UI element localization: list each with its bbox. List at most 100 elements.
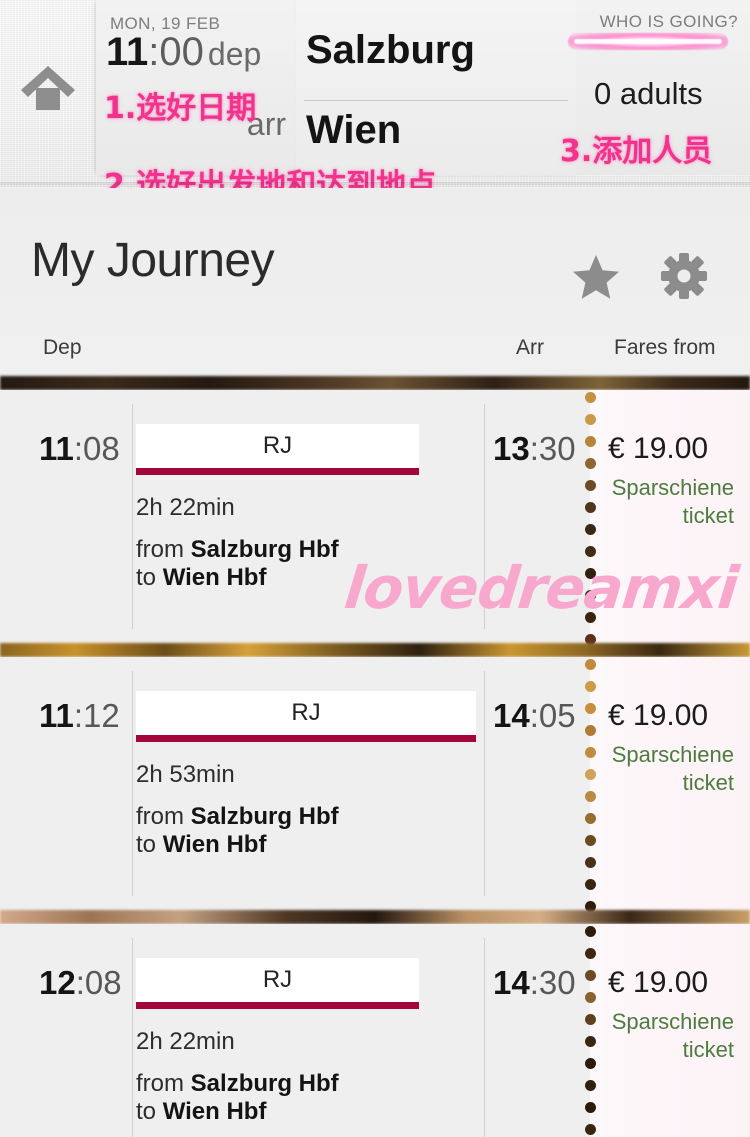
star-icon (573, 255, 619, 299)
row-dep-time: 11:08 (39, 430, 120, 468)
train-type-badge: RJ (136, 691, 476, 735)
row-from-station: Salzburg Hbf (190, 536, 339, 563)
row-divider-left (132, 938, 133, 1137)
row-from-station: Salzburg Hbf (190, 1070, 339, 1097)
row-arr-min: :30 (529, 430, 576, 467)
row-arr-hour: 14 (493, 964, 530, 1001)
journey-row[interactable]: 12:08 RJ 2h 22min from Salzburg Hbf to W… (0, 924, 750, 1137)
column-header-arr: Arr (516, 336, 544, 359)
row-arr-min: :30 (529, 964, 576, 1001)
row-duration: 2h 22min (136, 1028, 235, 1055)
train-type-badge: RJ (136, 958, 419, 1002)
train-type-label: RJ (262, 966, 293, 993)
dep-minute: :00 (148, 30, 204, 74)
train-type-underline (136, 468, 419, 475)
row-dep-min: :08 (75, 964, 122, 1001)
row-to-line: to Wien Hbf (136, 564, 339, 592)
row-dep-time: 12:08 (39, 964, 122, 1002)
train-type-label: RJ (291, 699, 321, 726)
row-arr-time: 13:30 (493, 430, 576, 468)
row-dep-min: :12 (73, 697, 120, 734)
row-fare-name: Sparschiene ticket (611, 1009, 734, 1062)
row-divider-strip (0, 910, 750, 924)
row-stations: from Salzburg Hbf to Wien Hbf (136, 536, 339, 591)
column-header-dep: Dep (43, 336, 82, 359)
destination-station[interactable]: Wien (306, 108, 401, 153)
favorite-button[interactable] (572, 254, 620, 305)
row-divider-right (484, 671, 485, 896)
row-divider-strip (0, 376, 750, 390)
origin-station[interactable]: Salzburg (306, 28, 475, 73)
journey-row[interactable]: 11:12 RJ 2h 53min from Salzburg Hbf to W… (0, 657, 750, 912)
row-duration: 2h 22min (136, 494, 235, 521)
home-icon (18, 62, 78, 114)
passengers-label: WHO IS GOING? (599, 12, 738, 31)
search-header: MON, 19 FEB 11:00 dep arr Salzburg Wien W… (0, 0, 750, 188)
train-type-label: RJ (262, 432, 293, 459)
row-price: € 19.00 (608, 966, 709, 999)
row-dep-min: :08 (73, 430, 120, 467)
row-divider-left (132, 671, 133, 896)
row-from-label: from (136, 803, 184, 830)
row-from-line: from Salzburg Hbf (136, 803, 339, 831)
annotation-note-3: 3.添加人员 (560, 134, 713, 169)
journey-panel: My Journey Dep Arr Fares from 11:08 RJ 2… (0, 188, 750, 1137)
journey-header: My Journey Dep Arr Fares from (0, 188, 750, 378)
train-type-underline (136, 1002, 419, 1009)
perforation-line (585, 926, 596, 1137)
row-duration: 2h 53min (136, 761, 235, 788)
row-price: € 19.00 (608, 699, 709, 732)
dep-hour: 11 (106, 30, 149, 74)
settings-button[interactable] (660, 252, 708, 305)
row-from-label: from (136, 1070, 184, 1097)
stations-selector[interactable]: Salzburg Wien (296, 0, 576, 175)
row-arr-hour: 14 (493, 697, 530, 734)
row-to-station: Wien Hbf (162, 1097, 267, 1125)
station-divider (304, 100, 568, 101)
home-button[interactable] (0, 0, 96, 175)
row-arr-min: :05 (529, 697, 576, 734)
row-arr-time: 14:30 (493, 964, 576, 1002)
annotation-note-2: 2.选好出发地和达到地点 (104, 168, 437, 188)
app-root: MON, 19 FEB 11:00 dep arr Salzburg Wien W… (0, 0, 750, 1137)
row-dep-hour: 11 (39, 697, 74, 734)
row-stations: from Salzburg Hbf to Wien Hbf (136, 803, 339, 858)
row-dep-time: 11:12 (39, 697, 120, 735)
train-type-badge: RJ (136, 424, 419, 468)
row-price: € 19.00 (608, 432, 709, 465)
dep-suffix: dep (207, 36, 262, 72)
row-divider-right (484, 938, 485, 1137)
departure-time-value: 11:00 dep (106, 30, 261, 75)
column-header-fares: Fares from (614, 336, 716, 359)
row-divider-strip (0, 643, 750, 657)
row-dep-hour: 11 (39, 430, 74, 467)
row-to-line: to Wien Hbf (136, 1098, 339, 1126)
train-type-underline (136, 735, 476, 742)
row-to-station: Wien Hbf (162, 830, 267, 858)
row-from-line: from Salzburg Hbf (136, 536, 339, 564)
row-to-label: to (136, 830, 157, 858)
row-arr-time: 14:05 (493, 697, 576, 735)
page-title: My Journey (31, 234, 275, 287)
row-to-station: Wien Hbf (162, 563, 267, 591)
highlight-stroke-annotation (568, 33, 728, 50)
passengers-value: 0 adults (594, 76, 703, 111)
row-fare-name: Sparschiene ticket (611, 742, 734, 795)
journey-row[interactable]: 11:08 RJ 2h 22min from Salzburg Hbf to W… (0, 390, 750, 645)
row-to-label: to (136, 1097, 157, 1125)
row-to-label: to (136, 563, 157, 591)
row-arr-hour: 13 (493, 430, 530, 467)
row-divider-right (484, 404, 485, 629)
row-from-label: from (136, 536, 184, 563)
row-dep-hour: 12 (39, 964, 76, 1001)
annotation-note-1: 1.选好日期 (104, 91, 257, 126)
perforation-line (585, 392, 596, 645)
row-divider-left (132, 404, 133, 629)
row-from-station: Salzburg Hbf (190, 803, 339, 830)
row-stations: from Salzburg Hbf to Wien Hbf (136, 1070, 339, 1125)
row-from-line: from Salzburg Hbf (136, 1070, 339, 1098)
row-fare-name: Sparschiene ticket (611, 475, 734, 528)
row-to-line: to Wien Hbf (136, 831, 339, 859)
perforation-line (585, 659, 596, 912)
gear-icon (661, 253, 707, 299)
